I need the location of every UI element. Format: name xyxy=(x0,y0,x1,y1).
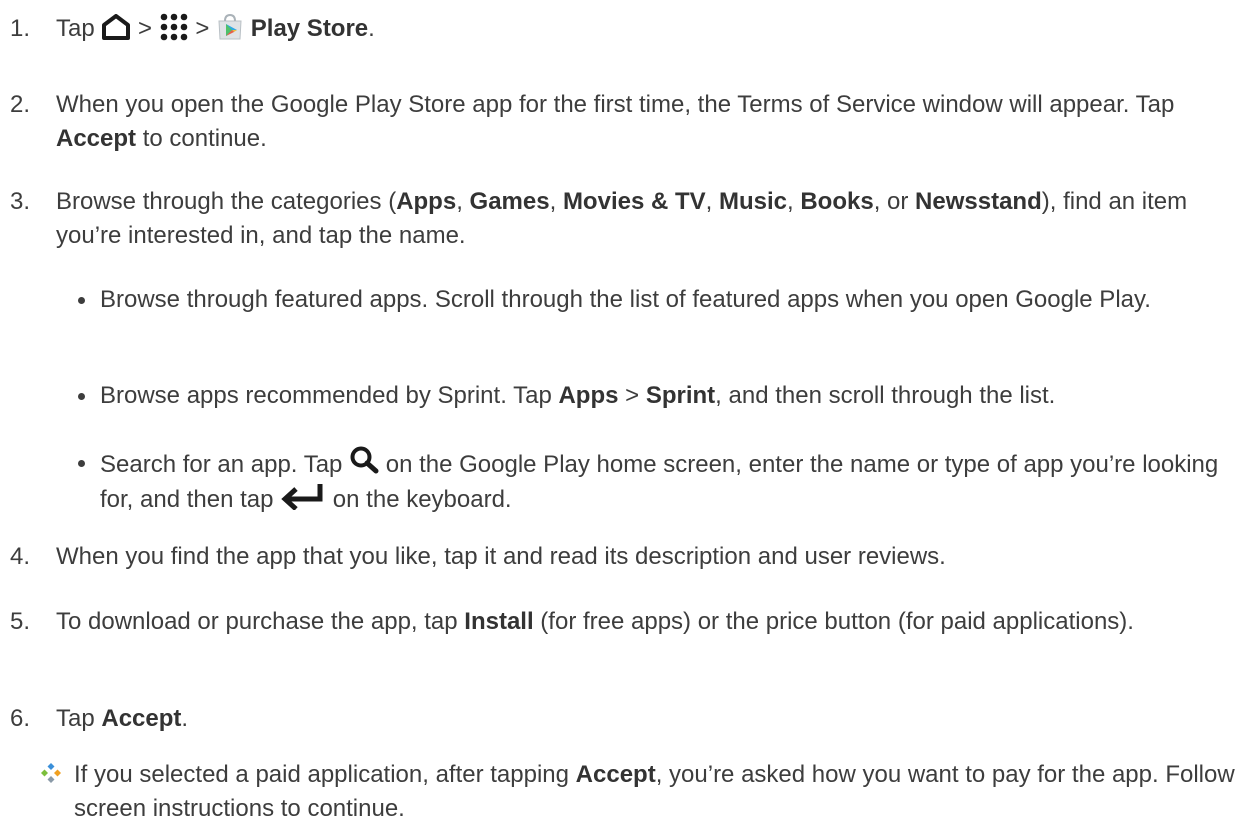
step-number: 1. xyxy=(10,15,31,42)
home-icon xyxy=(101,14,131,40)
step-number: 6. xyxy=(10,705,31,732)
step-number: 5. xyxy=(10,608,31,635)
bullet-dot xyxy=(78,297,85,304)
enter-key-icon xyxy=(280,482,326,510)
step-text: Tap Accept. xyxy=(56,705,189,732)
instructions-page: 1. Tap > > Play Store. 2. When you open … xyxy=(0,0,1256,828)
bullet-featured-apps: Browse through featured apps. Scroll thr… xyxy=(78,283,1248,317)
bullet-text: Search for an app. Tap on the Google Pla… xyxy=(100,446,1248,517)
step-text: Tap > > Play Store. xyxy=(56,12,1250,46)
bullet-text: Browse through featured apps. Scroll thr… xyxy=(100,286,1151,313)
apps-grid-icon xyxy=(159,12,189,42)
search-icon xyxy=(349,446,379,474)
step-3: 3. Browse through the categories (Apps, … xyxy=(10,185,1250,253)
bullet-sprint-apps: Browse apps recommended by Sprint. Tap A… xyxy=(78,379,1248,413)
step-number: 4. xyxy=(10,543,31,570)
bullet-search-app: Search for an app. Tap on the Google Pla… xyxy=(78,446,1248,517)
step-text: When you open the Google Play Store app … xyxy=(56,91,1175,152)
step-5: 5. To download or purchase the app, tap … xyxy=(10,605,1250,639)
step-text: Browse through the categories (Apps, Gam… xyxy=(56,188,1188,249)
step-4: 4. When you find the app that you like, … xyxy=(10,540,1250,574)
paid-app-note: If you selected a paid application, afte… xyxy=(40,758,1250,826)
play-store-icon xyxy=(216,13,244,41)
note-text: If you selected a paid application, afte… xyxy=(74,761,1235,822)
play-store-label: Play Store xyxy=(250,15,369,42)
step-1: 1. Tap > > Play Store. xyxy=(10,12,1250,46)
step-number: 3. xyxy=(10,188,31,215)
step-number: 2. xyxy=(10,91,31,118)
step-text: To download or purchase the app, tap Ins… xyxy=(56,608,1134,635)
note-diamond-icon xyxy=(40,762,62,784)
step-2: 2. When you open the Google Play Store a… xyxy=(10,88,1250,156)
bullet-dot xyxy=(78,393,85,400)
step-6: 6. Tap Accept. xyxy=(10,702,1250,736)
bullet-text: Browse apps recommended by Sprint. Tap A… xyxy=(100,382,1056,409)
step-text: When you find the app that you like, tap… xyxy=(56,543,946,570)
bullet-dot xyxy=(78,460,85,467)
